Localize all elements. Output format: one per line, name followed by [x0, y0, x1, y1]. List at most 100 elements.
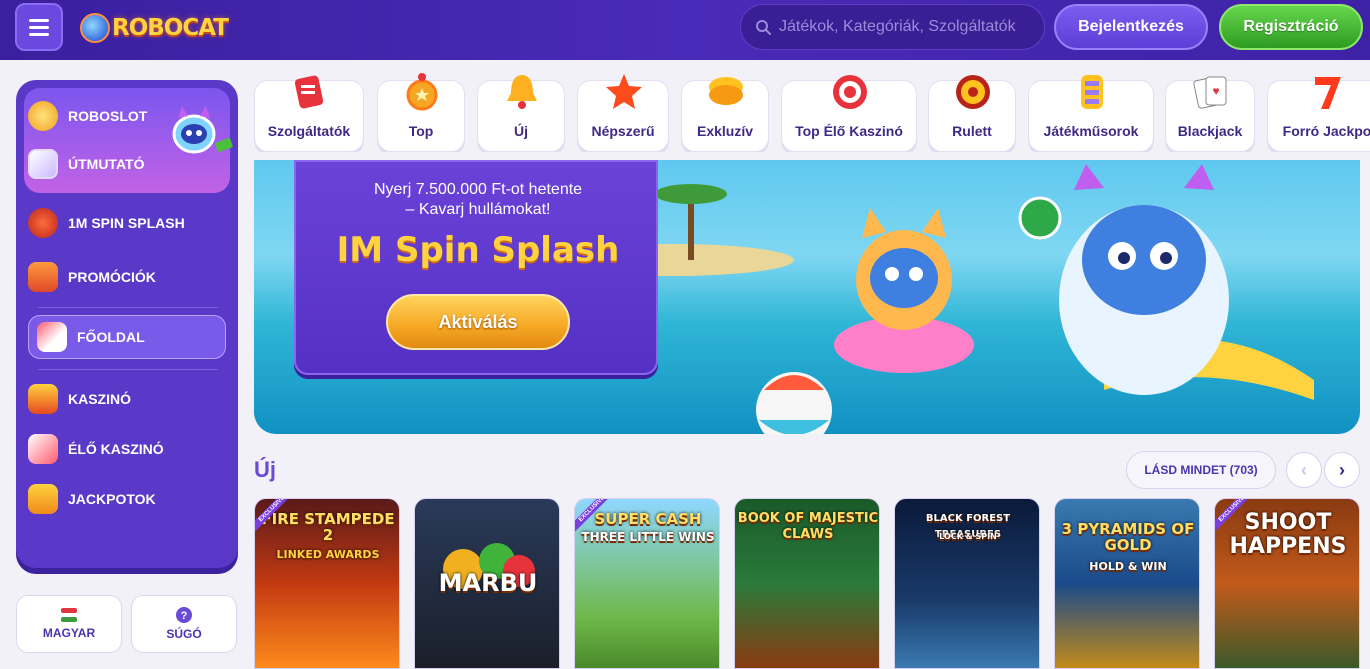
- help-button[interactable]: ? SÚGÓ: [131, 595, 237, 653]
- category-label: Szolgáltatók: [267, 123, 351, 139]
- game-title: 3 PYRAMIDS OF GOLD: [1061, 520, 1195, 554]
- game-subtitle: LINKED AWARDS: [276, 548, 380, 561]
- category-label: Népszerű: [591, 123, 655, 139]
- bell-icon: [507, 75, 537, 109]
- category-label: Játékműsorok: [1043, 123, 1139, 139]
- promo-subtitle-line2: – Kavarj hullámokat!: [405, 201, 551, 218]
- providers-icon: [294, 75, 324, 109]
- section-title-new: Új: [254, 457, 276, 482]
- hot-seven-icon: [1315, 77, 1341, 109]
- category-strip: Szolgáltatók Top Új Népszerű Exkluzív To…: [254, 68, 1370, 152]
- logo-text: ROBOCAT: [112, 15, 229, 41]
- game-subtitle: THREE LITTLE WINS: [581, 530, 715, 544]
- new-games-row: FIRE STAMPEDE 2 LINKED AWARDS EXCLUSIVE …: [254, 498, 1370, 669]
- roulette-chip-icon: [833, 75, 867, 109]
- language-selector[interactable]: MAGYAR: [16, 595, 122, 653]
- help-question-icon: ?: [176, 607, 192, 623]
- category-new[interactable]: Új: [477, 75, 565, 152]
- lucky-seven-icon: [28, 484, 58, 514]
- game-card[interactable]: 3 PYRAMIDS OF GOLD HOLD & WIN: [1054, 498, 1200, 669]
- gold-bar-icon: [709, 77, 743, 105]
- category-providers[interactable]: Szolgáltatók: [254, 75, 364, 152]
- svg-text:♥: ♥: [1212, 84, 1219, 98]
- game-card[interactable]: SUPER CASH THREE LITTLE WINS EXCLUSIVE: [574, 498, 720, 669]
- sidebar-item-home[interactable]: FŐOLDAL: [28, 315, 226, 359]
- splash-fruit-icon: [28, 208, 58, 238]
- sidebar-nav: ROBOSLOT ÚTMUTATÓ 1M SPIN SPLASH PROMÓCI…: [16, 80, 238, 568]
- hamburger-menu-button[interactable]: [15, 3, 63, 51]
- star-icon: [606, 74, 642, 109]
- game-title: FIRE STAMPEDE 2: [261, 510, 395, 544]
- category-label: Új: [514, 123, 528, 139]
- category-label: Rulett: [952, 123, 992, 139]
- help-label: SÚGÓ: [166, 627, 202, 641]
- game-show-icon: [1081, 75, 1103, 109]
- game-card[interactable]: BLACK FOREST TREASURES LOCK & SPIN: [894, 498, 1040, 669]
- sidebar-item-roboslot[interactable]: ROBOSLOT: [28, 94, 228, 138]
- menu-line-icon: [29, 25, 49, 29]
- sidebar-item-spin-splash[interactable]: 1M SPIN SPLASH: [28, 201, 228, 245]
- category-blackjack[interactable]: ♥ Blackjack: [1165, 76, 1255, 152]
- sidebar-item-label: KASZINÓ: [68, 391, 131, 407]
- activate-button[interactable]: Aktiválás: [386, 294, 570, 350]
- promo-banner[interactable]: Nyerj 7.500.000 Ft-ot hetente – Kavarj h…: [254, 160, 1360, 434]
- category-top-live-casino[interactable]: Top Élő Kaszinó: [781, 75, 917, 152]
- sidebar-item-label: ÚTMUTATÓ: [68, 156, 145, 172]
- promo-title: IM Spin Splash: [336, 230, 620, 270]
- robocat-logo[interactable]: ROBOCAT: [80, 6, 232, 50]
- game-title: SHOOT HAPPENS: [1229, 510, 1347, 559]
- register-button[interactable]: Regisztráció: [1219, 4, 1363, 50]
- sidebar-item-live-casino[interactable]: ÉLŐ KASZINÓ: [28, 427, 228, 471]
- gift-icon: [28, 262, 58, 292]
- game-card[interactable]: SHOOT HAPPENS EXCLUSIVE: [1214, 498, 1360, 669]
- slot-777-icon: [28, 384, 58, 414]
- game-title: SUPER CASH: [594, 510, 702, 528]
- game-card[interactable]: FIRE STAMPEDE 2 LINKED AWARDS EXCLUSIVE: [254, 498, 400, 669]
- language-label: MAGYAR: [42, 626, 96, 640]
- prev-arrow-button[interactable]: ‹: [1286, 452, 1322, 488]
- cards-dice-icon: [28, 434, 58, 464]
- menu-line-icon: [29, 32, 49, 36]
- search-icon: [756, 20, 771, 35]
- category-label: Top: [408, 123, 434, 139]
- sidebar-item-label: JACKPOTOK: [68, 491, 156, 507]
- menu-line-icon: [29, 18, 49, 22]
- chevron-right-icon: ›: [1339, 459, 1345, 480]
- svg-text:?: ?: [181, 610, 188, 622]
- category-top[interactable]: Top: [377, 73, 465, 152]
- category-roulette[interactable]: Rulett: [928, 75, 1016, 152]
- category-exclusive[interactable]: Exkluzív: [681, 77, 769, 152]
- game-subtitle: LOCK & SPIN: [939, 532, 997, 541]
- robocat-mascot-icon: [80, 13, 110, 43]
- promo-subtitle-line1: Nyerj 7.500.000 Ft-ot hetente: [373, 181, 583, 198]
- sidebar-item-label: ROBOSLOT: [68, 108, 148, 124]
- coin-stack-icon: [28, 101, 58, 131]
- sidebar-item-jackpots[interactable]: JACKPOTOK: [28, 477, 228, 521]
- category-game-shows[interactable]: Játékműsorok: [1028, 75, 1154, 152]
- sidebar-divider: [38, 307, 218, 308]
- game-subtitle: HOLD & WIN: [1089, 560, 1167, 573]
- next-arrow-button[interactable]: ›: [1324, 452, 1360, 488]
- search-input[interactable]: [779, 18, 1039, 36]
- category-popular[interactable]: Népszerű: [577, 74, 669, 152]
- promo-subtitle: Nyerj 7.500.000 Ft-ot hetente – Kavarj h…: [296, 180, 660, 220]
- playing-cards-icon: ♥: [1193, 76, 1227, 109]
- login-button[interactable]: Bejelentkezés: [1054, 4, 1208, 50]
- search-bar[interactable]: [740, 4, 1045, 50]
- game-title: MARBU: [438, 569, 538, 597]
- sidebar-item-promotions[interactable]: PROMÓCIÓK: [28, 255, 228, 299]
- game-card[interactable]: MARBU: [414, 498, 560, 669]
- sidebar-item-casino[interactable]: KASZINÓ: [28, 377, 228, 421]
- sidebar-item-label: PROMÓCIÓK: [68, 269, 156, 285]
- game-title: BOOK OF MAJESTIC CLAWS: [737, 511, 879, 542]
- category-hot-jackpot[interactable]: Forró Jackpo: [1267, 77, 1370, 152]
- see-all-button[interactable]: LÁSD MINDET (703): [1126, 451, 1276, 489]
- sidebar-divider: [38, 369, 218, 370]
- sidebar-item-label: ÉLŐ KASZINÓ: [68, 441, 164, 457]
- game-card[interactable]: BOOK OF MAJESTIC CLAWS: [734, 498, 880, 669]
- sidebar-item-utmutato[interactable]: ÚTMUTATÓ: [28, 142, 228, 186]
- category-label: Blackjack: [1177, 123, 1243, 139]
- chevron-left-icon: ‹: [1301, 459, 1307, 480]
- map-guide-icon: [28, 149, 58, 179]
- category-label: Top Élő Kaszinó: [795, 123, 903, 139]
